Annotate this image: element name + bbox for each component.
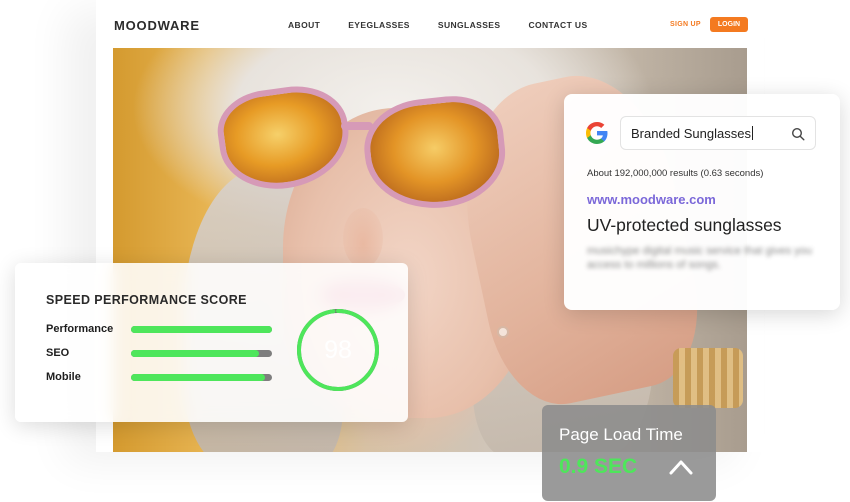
nav-sunglasses[interactable]: SUNGLASSES bbox=[438, 20, 501, 30]
load-time-value: 0.9 SEC bbox=[559, 455, 638, 478]
results-count: About 192,000,000 results (0.63 seconds) bbox=[587, 168, 764, 179]
search-query-value: Branded Sunglasses bbox=[631, 126, 751, 141]
metric-label-performance: Performance bbox=[46, 323, 114, 335]
text-caret bbox=[751, 126, 753, 140]
search-result-card: Branded Sunglasses About 192,000,000 res… bbox=[564, 94, 840, 310]
result-url-link[interactable]: www.moodware.com bbox=[587, 192, 716, 207]
metric-bar-mobile bbox=[131, 374, 272, 381]
chevron-up-icon bbox=[669, 460, 693, 475]
site-navbar: MOODWARE ABOUT EYEGLASSES SUNGLASSES CON… bbox=[96, 0, 764, 48]
metric-bar-seo bbox=[131, 350, 272, 357]
score-value: 98 bbox=[324, 336, 352, 364]
nav-contact-us[interactable]: CONTACT US bbox=[528, 20, 587, 30]
signup-link[interactable]: SIGN UP bbox=[670, 21, 701, 28]
hero-earring bbox=[497, 326, 509, 338]
search-input[interactable]: Branded Sunglasses bbox=[620, 116, 816, 150]
search-icon[interactable] bbox=[791, 127, 805, 141]
metric-bar-fill bbox=[131, 350, 260, 357]
metric-bar-fill bbox=[131, 326, 272, 333]
search-query-text: Branded Sunglasses bbox=[631, 126, 753, 141]
result-snippet: musichype digital music service that giv… bbox=[587, 245, 812, 271]
stage: MOODWARE ABOUT EYEGLASSES SUNGLASSES CON… bbox=[0, 0, 850, 502]
speed-performance-card: SPEED PERFORMANCE SCORE Performance SEO … bbox=[15, 263, 408, 422]
page-load-card: Page Load Time 0.9 SEC bbox=[542, 405, 716, 501]
nav-about[interactable]: ABOUT bbox=[288, 20, 320, 30]
site-logo[interactable]: MOODWARE bbox=[114, 18, 200, 33]
google-logo-icon bbox=[586, 122, 608, 144]
metric-bar-fill bbox=[131, 374, 265, 381]
metric-label-seo: SEO bbox=[46, 347, 70, 359]
hero-watch bbox=[673, 348, 743, 408]
result-title-link[interactable]: UV-protected sunglasses bbox=[587, 215, 782, 236]
metric-label-mobile: Mobile bbox=[46, 371, 81, 383]
speed-card-title: SPEED PERFORMANCE SCORE bbox=[46, 293, 247, 307]
sunglasses-bridge bbox=[341, 122, 373, 130]
nav-eyeglasses[interactable]: EYEGLASSES bbox=[348, 20, 410, 30]
load-time-title: Page Load Time bbox=[559, 425, 683, 444]
nav-links: ABOUT EYEGLASSES SUNGLASSES CONTACT US bbox=[288, 20, 616, 30]
hero-nose bbox=[343, 208, 383, 268]
metric-bar-performance bbox=[131, 326, 272, 333]
login-button[interactable]: LOGIN bbox=[710, 17, 748, 32]
